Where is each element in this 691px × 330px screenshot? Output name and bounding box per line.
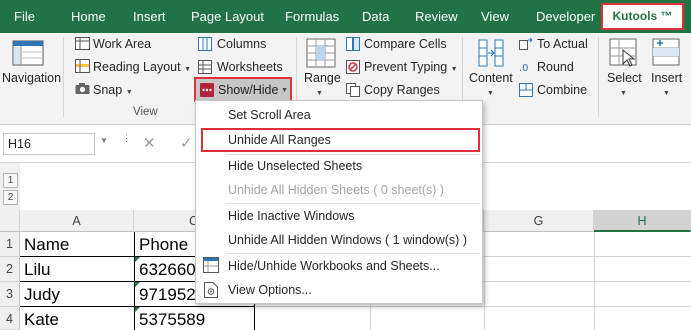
chevron-down-icon: ▼ [281,87,288,94]
insert-button[interactable]: Insert [651,71,682,85]
compare-cells-icon [346,37,360,56]
prevent-typing-button[interactable]: Prevent Typing ▼ [364,60,458,74]
reading-layout-button[interactable]: Reading Layout ▼ [93,60,191,74]
grid-line [484,232,485,330]
tab-kutools[interactable]: Kutools ™ [601,3,684,30]
range-button[interactable]: Range [304,71,341,85]
name-box[interactable]: H16 [3,133,95,155]
select-icon[interactable] [609,38,637,73]
cancel-icon[interactable]: ✕ [143,134,156,152]
ribbon-tab-bar: File Home Insert Page Layout Formulas Da… [0,0,691,33]
error-indicator-icon [135,307,140,312]
column-header-h[interactable]: H [594,210,691,232]
workbook-sheets-icon [203,257,219,278]
menu-item-hide-unhide-workbooks[interactable]: Hide/Unhide Workbooks and Sheets... [228,259,440,273]
column-header-g[interactable]: G [484,210,594,232]
outline-level-2[interactable]: 2 [3,190,18,205]
menu-item-view-options[interactable]: View Options... [228,283,312,297]
columns-icon [198,37,212,56]
work-area-icon [75,37,90,55]
error-indicator-icon [135,257,140,262]
show-hide-label: Show/Hide [218,83,279,97]
navigation-button[interactable]: Navigation [2,71,61,85]
content-icon[interactable] [477,38,505,73]
tab-formulas[interactable]: Formulas [285,0,339,33]
worksheets-button[interactable]: Worksheets [217,60,283,74]
tab-page-layout[interactable]: Page Layout [191,0,264,33]
tab-insert[interactable]: Insert [133,0,166,33]
columns-button[interactable]: Columns [217,37,266,51]
confirm-icon[interactable]: ✓ [180,134,193,152]
tab-developer[interactable]: Developer [536,0,595,33]
menu-item-unhide-all-hidden-windows[interactable]: Unhide All Hidden Windows ( 1 window(s) … [228,233,467,247]
menu-separator [226,253,480,254]
work-area-button[interactable]: Work Area [93,37,151,51]
grid-line [594,232,595,330]
chevron-down-icon: ▼ [125,89,133,96]
row-header-2[interactable]: 2 [0,257,20,282]
excel-window: File Home Insert Page Layout Formulas Da… [0,0,691,330]
insert-icon[interactable] [652,38,680,73]
cell-a4[interactable]: Kate [20,308,134,330]
range-icon[interactable] [306,38,336,73]
navigation-icon[interactable] [12,39,44,74]
menu-item-unhide-all-ranges[interactable]: Unhide All Ranges [228,133,331,147]
chevron-down-icon[interactable]: ▼ [100,136,108,145]
svg-text:.0: .0 [519,63,529,74]
chevron-down-icon: ▼ [663,90,670,97]
chevron-down-icon: ▼ [184,66,191,73]
copy-ranges-button[interactable]: Copy Ranges [364,83,440,97]
select-all-corner[interactable] [0,210,20,232]
snap-label: Snap [93,83,123,97]
content-button[interactable]: Content [469,71,513,85]
row-header-1[interactable]: 1 [0,232,20,257]
row-header-4[interactable]: 4 [0,307,20,330]
round-icon: .0 [519,60,533,79]
reading-layout-icon [75,59,90,78]
menu-item-hide-unselected-sheets[interactable]: Hide Unselected Sheets [228,159,362,173]
cell-a1[interactable]: Name [20,233,134,256]
tab-file[interactable]: File [14,0,35,33]
show-hide-button[interactable]: Show/Hide ▼ [194,77,292,102]
reading-layout-label: Reading Layout [93,60,181,74]
tab-data[interactable]: Data [362,0,389,33]
outline-level-bar: 1 2 [0,163,20,213]
round-button[interactable]: Round [537,60,574,74]
to-actual-button[interactable]: To Actual [537,37,588,51]
cell-a2[interactable]: Lilu [20,258,134,281]
menu-item-set-scroll-area[interactable]: Set Scroll Area [228,108,311,122]
menu-separator [226,154,480,155]
menu-item-unhide-all-hidden-sheets: Unhide All Hidden Sheets ( 0 sheet(s) ) [228,183,445,197]
camera-icon [75,82,90,100]
chevron-down-icon: ▼ [487,90,494,97]
prevent-typing-icon [346,60,360,79]
separator-dots-icon: ⋮ [122,133,131,143]
select-button[interactable]: Select [607,71,642,85]
tab-review[interactable]: Review [415,0,458,33]
column-header-a[interactable]: A [20,210,134,232]
cell-a3[interactable]: Judy [20,283,134,306]
chevron-down-icon: ▼ [316,90,323,97]
menu-separator [226,203,480,204]
snap-button[interactable]: Snap ▼ [93,83,133,97]
row-header-3[interactable]: 3 [0,282,20,307]
show-hide-dropdown-menu: Set Scroll Area Unhide All Ranges Hide U… [195,100,483,304]
error-indicator-icon [135,282,140,287]
tab-view[interactable]: View [481,0,509,33]
prevent-typing-label: Prevent Typing [364,60,448,74]
chevron-down-icon: ▼ [450,66,458,73]
chevron-down-icon: ▼ [620,90,627,97]
tab-home[interactable]: Home [71,0,106,33]
cell-c4[interactable]: 5375589 [135,308,254,330]
to-actual-icon [519,37,533,56]
view-options-icon [204,282,218,303]
combine-icon [519,83,533,102]
group-label-view: View [133,106,158,118]
combine-button[interactable]: Combine [537,83,587,97]
compare-cells-button[interactable]: Compare Cells [364,37,447,51]
menu-item-hide-inactive-windows[interactable]: Hide Inactive Windows [228,209,354,223]
outline-level-1[interactable]: 1 [3,173,18,188]
